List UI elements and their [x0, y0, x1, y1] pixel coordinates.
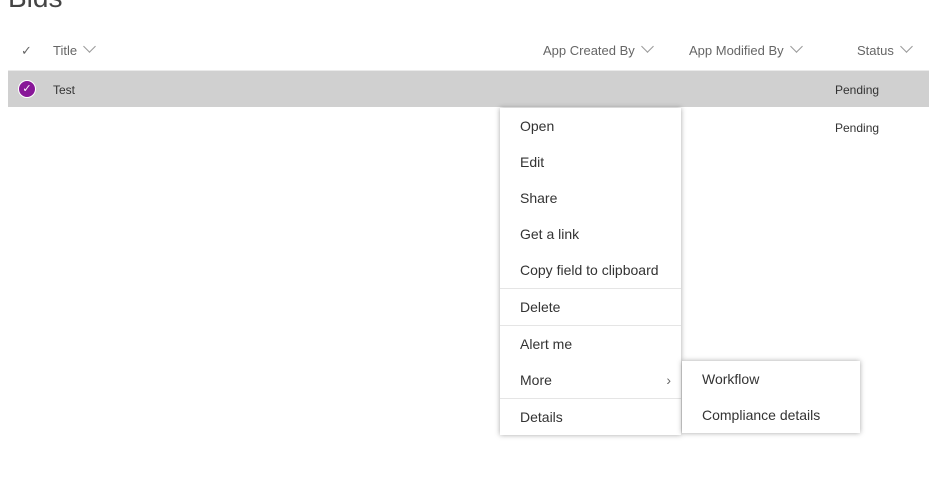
menu-item-details[interactable]: Details [500, 398, 681, 435]
column-label: App Created By [543, 43, 635, 58]
chevron-down-icon [640, 40, 654, 53]
menu-item-delete[interactable]: Delete [500, 288, 681, 325]
row-title[interactable]: Test [53, 83, 75, 97]
column-header-title[interactable]: Title [53, 40, 96, 58]
row-status: Pending [835, 83, 880, 97]
menu-item-open[interactable]: Open [500, 108, 681, 144]
chevron-down-icon [789, 40, 803, 53]
checkmark-circle-icon[interactable]: ✓ [18, 80, 36, 98]
menu-item-edit[interactable]: Edit [500, 144, 681, 180]
column-label: Title [53, 43, 78, 58]
submenu: Workflow Compliance details [682, 361, 860, 433]
column-header-status[interactable]: Status [857, 40, 913, 58]
chevron-down-icon [899, 40, 913, 53]
menu-item-share[interactable]: Share [500, 180, 681, 216]
menu-item-compliance-details[interactable]: Compliance details [682, 397, 860, 433]
menu-item-copy-field[interactable]: Copy field to clipboard [500, 252, 681, 288]
table-row[interactable]: Pending [8, 109, 929, 145]
context-menu: Open Edit Share Get a link Copy field to… [500, 108, 681, 435]
menu-item-get-link[interactable]: Get a link [500, 216, 681, 252]
page-title: Bids [8, 0, 62, 14]
menu-item-workflow[interactable]: Workflow [682, 361, 860, 397]
table-row[interactable]: ✓ Test Pending [8, 71, 929, 107]
menu-item-label: More [520, 372, 552, 388]
row-status: Pending [835, 121, 880, 135]
chevron-right-icon: › [666, 372, 671, 388]
menu-item-alert-me[interactable]: Alert me [500, 325, 681, 362]
column-label: App Modified By [689, 43, 784, 58]
column-header-created-by[interactable]: App Created By [543, 40, 654, 58]
column-label: Status [857, 43, 894, 58]
chevron-down-icon [83, 40, 96, 53]
menu-item-more[interactable]: More › [500, 362, 681, 398]
list-header: ✓ Title App Created By App Modified By S… [8, 34, 929, 72]
select-all-checkbox[interactable]: ✓ [21, 43, 32, 59]
column-header-modified-by[interactable]: App Modified By [689, 40, 803, 58]
